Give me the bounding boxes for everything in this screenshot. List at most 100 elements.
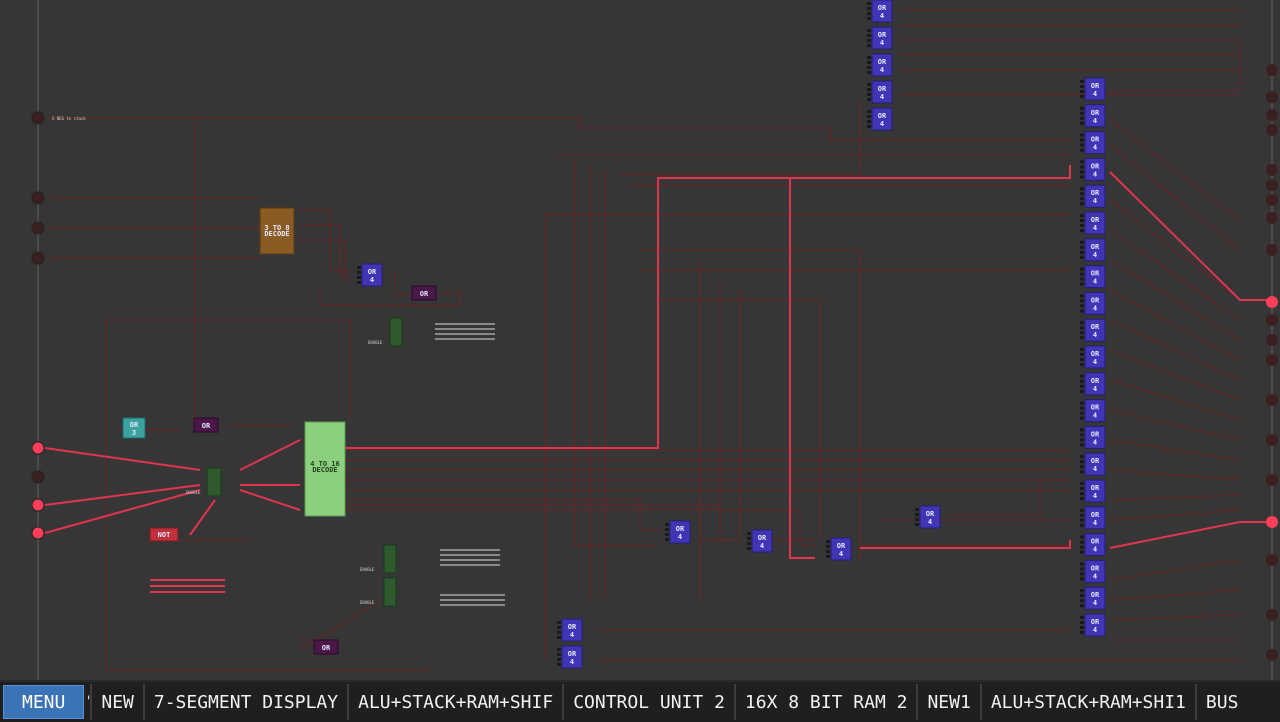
or4-gate[interactable]: OR4 <box>826 537 852 561</box>
or4-count: 4 <box>880 93 884 101</box>
tab-alu-stack-ram-shif[interactable]: ALU+STACK+RAM+SHIF <box>347 684 562 720</box>
or4-gate[interactable]: OR4 <box>557 618 583 642</box>
gate-pin <box>867 83 871 86</box>
or4-label: OR <box>1091 270 1100 278</box>
or4-gate[interactable]: OR4 <box>1080 318 1106 342</box>
gate-pin <box>747 537 751 540</box>
or4-count: 4 <box>1093 144 1097 152</box>
or4-gate[interactable]: OR4 <box>1080 452 1106 476</box>
or4-label: OR <box>926 510 935 518</box>
gate-pin <box>1080 401 1084 405</box>
gate-pin <box>867 29 871 32</box>
or4-label: OR <box>1091 216 1100 224</box>
gate-pin <box>1080 604 1084 608</box>
or4-gate[interactable]: OR4 <box>1080 399 1106 423</box>
or4-count: 4 <box>880 120 884 128</box>
gate-pin <box>1080 121 1084 125</box>
gate-pin <box>1080 626 1084 629</box>
gate-pin <box>1080 299 1084 303</box>
or4-label: OR <box>1091 618 1100 626</box>
gate-pin <box>1080 572 1084 576</box>
or4-gate[interactable]: OR4 <box>1080 372 1106 396</box>
or4-label: OR <box>368 268 377 276</box>
gate-pin <box>1080 621 1084 624</box>
or4-gate[interactable]: OR4 <box>1080 184 1106 208</box>
gate-pin <box>915 513 919 516</box>
gate-pin <box>1080 428 1084 432</box>
or4-gate[interactable]: OR4 <box>1080 265 1106 289</box>
or4-gate[interactable]: OR4 <box>1080 211 1106 235</box>
gate-pin <box>915 523 919 526</box>
gate-pin <box>1080 348 1084 351</box>
circuit-canvas[interactable]: X NEG to stack 3 TO 8 DECODE 4 TO 16 DEC… <box>0 0 1280 680</box>
tab-new[interactable]: NEW <box>90 684 143 720</box>
or4-gate[interactable]: OR4 <box>1080 613 1106 637</box>
or4-count: 4 <box>1093 546 1097 554</box>
or4-gate[interactable]: OR4 <box>867 80 893 104</box>
gate-pin <box>826 540 830 543</box>
or4-gate[interactable]: OR4 <box>1080 506 1106 530</box>
or4-gate[interactable]: OR4 <box>1080 425 1106 449</box>
tab-16x-8-bit-ram-2[interactable]: 16X 8 BIT RAM 2 <box>733 684 917 720</box>
gate-pin <box>557 621 561 624</box>
or4-count: 4 <box>1093 465 1097 473</box>
or4-label: OR <box>1091 82 1100 90</box>
or4-gate[interactable]: OR4 <box>867 107 893 131</box>
or4-gate[interactable]: OR4 <box>1080 559 1106 583</box>
gate-pin <box>1080 460 1084 464</box>
or4-count: 4 <box>1093 358 1097 366</box>
or4-gate[interactable]: OR4 <box>915 505 941 529</box>
tab-bus[interactable]: BUS <box>1194 684 1248 720</box>
or4-count: 4 <box>1093 412 1097 420</box>
gate-pin <box>1080 85 1084 88</box>
or4-gate-layer[interactable]: OR4OR4OR4OR4OR4OR4OR4OR4OR4OR4OR4OR4OR4O… <box>0 0 1280 680</box>
gate-pin <box>867 110 871 113</box>
gate-pin <box>1080 90 1084 93</box>
or4-gate[interactable]: OR4 <box>1080 345 1106 369</box>
or4-count: 4 <box>1093 519 1097 527</box>
gate-pin <box>1080 482 1084 485</box>
tab-7-segment-display[interactable]: 7-SEGMENT DISPLAY <box>142 684 347 720</box>
or4-gate[interactable]: OR4 <box>867 26 893 50</box>
or4-count: 4 <box>1093 197 1097 205</box>
gate-pin <box>1080 170 1084 174</box>
gate-pin <box>1080 487 1084 490</box>
or4-label: OR <box>758 534 767 542</box>
or4-gate[interactable]: OR4 <box>867 0 893 23</box>
or4-gate[interactable]: OR4 <box>867 53 893 77</box>
gate-pin <box>1080 80 1084 83</box>
tab-control-unit-2[interactable]: CONTROL UNIT 2 <box>562 684 734 720</box>
or4-gate[interactable]: OR4 <box>1080 533 1106 557</box>
tab-new1[interactable]: NEW1 <box>916 684 979 720</box>
or4-label: OR <box>1091 511 1100 519</box>
or4-gate[interactable]: OR4 <box>1080 238 1106 262</box>
gate-pin <box>1080 411 1084 415</box>
or4-count: 4 <box>760 542 764 550</box>
gate-pin <box>665 538 669 541</box>
tab-alu-stack-ram-shi1[interactable]: ALU+STACK+RAM+SHI1 <box>979 684 1195 720</box>
gate-pin <box>1080 148 1084 152</box>
or4-gate[interactable]: OR4 <box>1080 479 1106 503</box>
gate-pin <box>665 523 669 526</box>
or4-gate[interactable]: OR4 <box>357 263 383 287</box>
gate-pin <box>1080 492 1084 495</box>
or4-gate[interactable]: OR4 <box>1080 131 1106 155</box>
gate-pin <box>1080 535 1084 539</box>
gate-pin <box>867 71 871 74</box>
gate-pin <box>867 98 871 101</box>
or4-gate[interactable]: OR4 <box>1080 586 1106 610</box>
or4-gate[interactable]: OR4 <box>1080 104 1106 128</box>
or4-gate[interactable]: OR4 <box>665 520 691 544</box>
or4-gate[interactable]: OR4 <box>747 529 773 553</box>
gate-pin <box>1080 631 1084 634</box>
gate-pin <box>665 528 669 531</box>
or4-gate[interactable]: OR4 <box>1080 77 1106 101</box>
or4-gate[interactable]: OR4 <box>1080 157 1106 181</box>
gate-pin <box>557 636 561 639</box>
menu-button[interactable]: MENU <box>3 685 85 719</box>
gate-pin <box>747 542 751 545</box>
or4-count: 4 <box>1093 304 1097 312</box>
gate-pin <box>867 61 871 64</box>
or4-gate[interactable]: OR4 <box>557 645 583 669</box>
or4-gate[interactable]: OR4 <box>1080 291 1106 315</box>
